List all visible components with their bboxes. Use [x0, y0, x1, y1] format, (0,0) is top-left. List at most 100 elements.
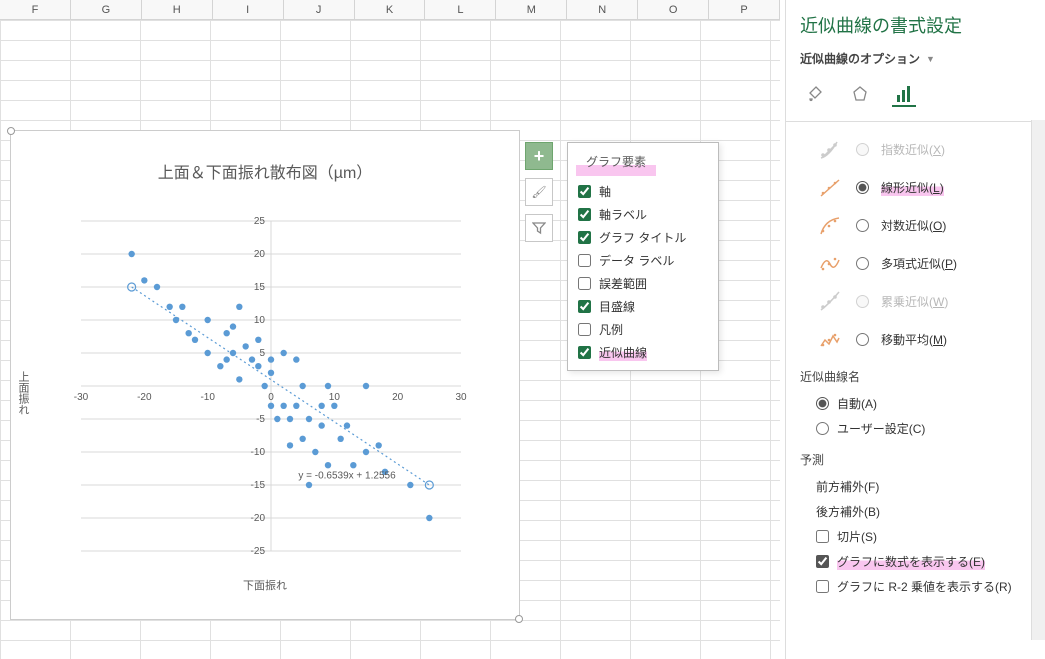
column-header[interactable]: I [213, 0, 284, 19]
trend-type-radio[interactable] [856, 181, 869, 194]
popup-title: グラフ要素 [576, 149, 656, 176]
trend-type-p[interactable]: 多項式近似(P) [816, 244, 1031, 282]
svg-text:15: 15 [254, 282, 266, 293]
column-header[interactable]: F [0, 0, 71, 19]
chart-plot-area[interactable]: -30-20-100102030-25-20-15-10-5510152025y… [61, 201, 481, 571]
tab-options[interactable] [892, 83, 916, 107]
column-header[interactable]: P [709, 0, 780, 19]
show-equation-checkbox[interactable]: グラフに数式を表示する(E) [800, 549, 1031, 574]
svg-text:-30: -30 [74, 392, 89, 403]
trend-type-radio[interactable] [856, 257, 869, 270]
svg-text:30: 30 [455, 392, 467, 403]
chart-elements-button[interactable]: + [525, 142, 553, 170]
popup-checkbox[interactable] [578, 254, 591, 267]
svg-text:20: 20 [254, 249, 266, 260]
trend-curve-icon [816, 252, 844, 274]
popup-checkbox[interactable] [578, 185, 591, 198]
chart-mini-toolbar: + 🖌 [525, 142, 553, 242]
popup-checkbox[interactable] [578, 346, 591, 359]
column-header[interactable]: N [567, 0, 638, 19]
trend-type-radio[interactable] [856, 333, 869, 346]
trend-curve-icon [816, 290, 844, 312]
forecast-backward[interactable]: 後方補外(B) [800, 499, 1031, 524]
column-header[interactable]: L [425, 0, 496, 19]
column-headers: FGHIJKLMNOP [0, 0, 780, 20]
trend-type-radio[interactable] [856, 219, 869, 232]
forecast-forward[interactable]: 前方補外(F) [800, 474, 1031, 499]
forecast-section: 予測 [800, 451, 1031, 468]
svg-text:-20: -20 [251, 513, 266, 524]
trend-type-label: 指数近似(X) [881, 141, 945, 158]
pane-subtitle[interactable]: 近似曲線のオプション ▼ [800, 50, 1031, 67]
popup-item[interactable]: 誤差範囲 [568, 272, 718, 295]
chart-title[interactable]: 上面＆下面振れ散布図（µm） [11, 159, 519, 183]
trend-curve-icon [816, 138, 844, 160]
trend-type-l[interactable]: 線形近似(L) [816, 168, 1031, 206]
x-axis-label[interactable]: 下面振れ [11, 577, 519, 593]
funnel-icon [532, 221, 546, 235]
format-trendline-pane: 近似曲線の書式設定 近似曲線のオプション ▼ 指数近似(X) 線形近似(L) 対数近… [785, 0, 1045, 659]
svg-text:25: 25 [254, 216, 266, 227]
pane-title: 近似曲線の書式設定 [800, 12, 1031, 38]
trend-type-w: 累乗近似(W) [816, 282, 1031, 320]
svg-text:20: 20 [392, 392, 404, 403]
trend-type-x: 指数近似(X) [816, 130, 1031, 168]
svg-text:0: 0 [268, 392, 274, 403]
brush-icon: 🖌 [531, 185, 546, 199]
svg-text:-25: -25 [251, 546, 266, 557]
svg-text:10: 10 [254, 315, 266, 326]
popup-item[interactable]: グラフ タイトル [568, 226, 718, 249]
popup-item[interactable]: データ ラベル [568, 249, 718, 272]
popup-checkbox[interactable] [578, 277, 591, 290]
popup-checkbox[interactable] [578, 208, 591, 221]
trend-type-radio [856, 295, 869, 308]
name-custom-radio[interactable]: ユーザー設定(C) [800, 416, 1031, 441]
trend-type-label: 多項式近似(P) [881, 255, 957, 272]
column-header[interactable]: H [142, 0, 213, 19]
column-header[interactable]: J [284, 0, 355, 19]
column-header[interactable]: M [496, 0, 567, 19]
svg-text:-15: -15 [251, 480, 266, 491]
chart-container[interactable]: 上面＆下面振れ散布図（µm） 上面振れ -30 -20 -10 0 10 20 30 -25 -… [10, 130, 520, 620]
name-auto-radio[interactable]: 自動(A) [800, 391, 1031, 416]
popup-item[interactable]: 軸 [568, 180, 718, 203]
pane-tabs [800, 83, 1031, 107]
trend-type-label: 対数近似(O) [881, 217, 946, 234]
dropdown-icon: ▼ [926, 54, 935, 64]
chart-filters-button[interactable] [525, 214, 553, 242]
column-header[interactable]: G [71, 0, 142, 19]
trendline-name-section: 近似曲線名 [800, 368, 1031, 385]
popup-item-label: 凡例 [599, 321, 623, 338]
show-r2-checkbox[interactable]: グラフに R-2 乗値を表示する(R) [800, 574, 1031, 599]
y-axis-label[interactable]: 上面振れ [15, 371, 31, 415]
popup-item-label: データ ラベル [599, 252, 674, 269]
popup-item-label: 誤差範囲 [599, 275, 647, 292]
popup-item[interactable]: 目盛線 [568, 295, 718, 318]
svg-text:-10: -10 [251, 447, 266, 458]
svg-text:-5: -5 [256, 414, 265, 425]
trend-curve-icon [816, 328, 844, 350]
trend-type-o[interactable]: 対数近似(O) [816, 206, 1031, 244]
column-header[interactable]: K [355, 0, 426, 19]
tab-effects[interactable] [848, 83, 872, 107]
popup-item[interactable]: 近似曲線 [568, 341, 718, 364]
popup-checkbox[interactable] [578, 231, 591, 244]
intercept-checkbox[interactable]: 切片(S) [800, 524, 1031, 549]
trend-type-label: 線形近似(L) [881, 179, 944, 196]
chart-elements-popup: グラフ要素 軸軸ラベルグラフ タイトルデータ ラベル誤差範囲目盛線凡例近似曲線 [567, 142, 719, 371]
popup-item[interactable]: 凡例 [568, 318, 718, 341]
popup-checkbox[interactable] [578, 300, 591, 313]
chart-styles-button[interactable]: 🖌 [525, 178, 553, 206]
pane-scrollbar[interactable] [1031, 120, 1045, 640]
tab-fill[interactable] [804, 83, 828, 107]
trend-type-m[interactable]: 移動平均(M) [816, 320, 1031, 358]
trend-type-label: 移動平均(M) [881, 331, 947, 348]
popup-checkbox[interactable] [578, 323, 591, 336]
trend-type-label: 累乗近似(W) [881, 293, 948, 310]
popup-item[interactable]: 軸ラベル [568, 203, 718, 226]
trend-type-radio [856, 143, 869, 156]
popup-item-label: 近似曲線 [599, 344, 647, 361]
column-header[interactable]: O [638, 0, 709, 19]
svg-text:-10: -10 [200, 392, 215, 403]
popup-item-label: 軸ラベル [599, 206, 647, 223]
